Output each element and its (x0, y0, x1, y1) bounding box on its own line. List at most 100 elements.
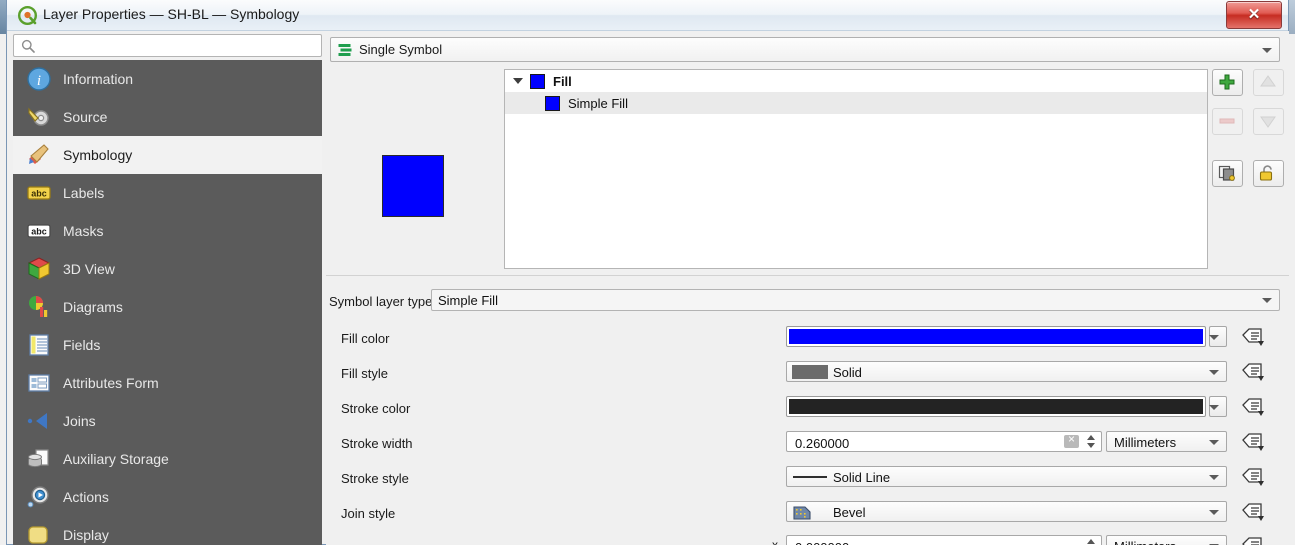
chevron-down-icon (1209, 439, 1219, 445)
title-bar: Layer Properties — SH-BL — Symbology ✕ (7, 0, 1288, 31)
attributes-form-icon (26, 370, 52, 396)
close-button[interactable]: ✕ (1226, 1, 1282, 29)
unit-combobox[interactable]: Millimeters (1106, 535, 1227, 545)
unit-combobox[interactable]: Millimeters (1106, 431, 1227, 452)
symbol-preview-area (330, 69, 502, 269)
color-button[interactable] (786, 326, 1206, 347)
sidebar-item-labels[interactable]: abc Labels (13, 174, 322, 212)
numeric-spinbox[interactable] (786, 535, 1102, 545)
property-label: Stroke width (341, 436, 413, 451)
symbol-preview-swatch (382, 155, 444, 217)
sidebar-item-label: Labels (63, 185, 105, 201)
svg-text:abc: abc (31, 227, 47, 237)
solid-line-glyph (792, 470, 828, 484)
sidebar-item-source[interactable]: Source (13, 98, 322, 136)
unit-value: Millimeters (1114, 539, 1176, 545)
property-row-stroke-style: Stroke style Solid Line (326, 464, 1289, 494)
info-icon: i (26, 66, 52, 92)
symbol-tree-row[interactable]: Fill (505, 70, 1207, 92)
sidebar-item-display[interactable]: Display (13, 516, 322, 545)
data-defined-override-icon[interactable] (1241, 325, 1265, 347)
database-icon (26, 446, 52, 472)
property-combobox[interactable]: Solid (786, 361, 1227, 382)
display-icon (26, 522, 52, 545)
chevron-down-icon (1209, 474, 1219, 480)
sidebar-item-label: Attributes Form (63, 375, 159, 391)
color-dropdown-button[interactable] (1209, 326, 1227, 347)
sidebar-item-label: Fields (63, 337, 101, 353)
cube-3d-icon (26, 256, 52, 282)
sidebar-item-3d-view[interactable]: 3D View (13, 250, 322, 288)
sidebar-item-symbology[interactable]: Symbology (13, 136, 322, 174)
data-defined-override-icon[interactable] (1241, 534, 1265, 545)
symbol-layer-tree[interactable]: Fill Simple Fill (504, 69, 1208, 269)
symbol-layer-type-value: Simple Fill (438, 293, 498, 308)
color-dropdown-button[interactable] (1209, 396, 1227, 417)
chevron-down-icon (1209, 334, 1219, 340)
data-defined-override-icon[interactable] (1241, 465, 1265, 487)
minus-red-icon (1218, 113, 1236, 132)
property-row-join-style: Join style Bevel (326, 499, 1289, 529)
clear-value-button[interactable] (1064, 432, 1079, 448)
sidebar-item-label: Display (63, 527, 109, 543)
data-defined-override-icon[interactable] (1241, 500, 1265, 522)
data-defined-override-icon[interactable] (1241, 360, 1265, 382)
qgis-layer-properties-window: Layer Properties — SH-BL — Symbology ✕ i… (0, 0, 1295, 545)
numeric-spinbox[interactable] (786, 431, 1102, 452)
sidebar-item-label: Diagrams (63, 299, 123, 315)
unlocked-padlock-icon (1259, 165, 1277, 184)
spin-arrows[interactable] (1082, 432, 1100, 451)
color-button[interactable] (786, 396, 1206, 417)
sidebar-item-joins[interactable]: Joins (13, 402, 322, 440)
color-swatch (789, 399, 1203, 414)
arrow-down-icon (1259, 113, 1277, 132)
chevron-down-icon (1262, 47, 1272, 53)
property-value: Solid (833, 365, 862, 380)
property-row-fill-color: Fill color (326, 324, 1289, 354)
symbol-layer-type-combobox[interactable]: Simple Fill (431, 289, 1280, 311)
numeric-input[interactable] (793, 539, 1047, 545)
lock-symbol-layer-button[interactable] (1253, 160, 1284, 187)
spin-arrows[interactable] (1082, 536, 1100, 545)
offset-x-label: x (772, 538, 778, 545)
property-value: Bevel (833, 505, 866, 520)
renderer-type-combobox[interactable]: Single Symbol (330, 37, 1280, 62)
dialog-window: Layer Properties — SH-BL — Symbology ✕ i… (6, 0, 1289, 545)
duplicate-symbol-layer-button[interactable] (1212, 160, 1243, 187)
plus-green-icon (1218, 74, 1236, 93)
paintbrush-icon (26, 142, 52, 168)
symbol-tree-row[interactable]: Simple Fill (505, 92, 1207, 114)
property-combobox[interactable]: Solid Line (786, 466, 1227, 487)
sidebar-item-diagrams[interactable]: Diagrams (13, 288, 322, 326)
sidebar-item-label: Actions (63, 489, 109, 505)
sidebar-item-label: Symbology (63, 147, 133, 163)
duplicate-icon (1218, 165, 1236, 184)
symbol-tree-label: Simple Fill (568, 95, 628, 111)
symbol-tree-label: Fill (553, 73, 572, 89)
data-defined-override-icon[interactable] (1241, 430, 1265, 452)
sidebar-item-fields[interactable]: Fields (13, 326, 322, 364)
sidebar-item-auxiliary-storage[interactable]: Auxiliary Storage (13, 440, 322, 478)
unit-value: Millimeters (1114, 435, 1177, 450)
sidebar-item-label: Source (63, 109, 108, 125)
symbol-color-swatch (530, 73, 545, 89)
property-row-offset: OffsetxMillimeters (326, 533, 1289, 545)
data-defined-override-icon[interactable] (1241, 395, 1265, 417)
sidebar-item-label: Joins (63, 413, 96, 429)
sidebar-item-masks[interactable]: abc Masks (13, 212, 322, 250)
add-symbol-layer-button[interactable] (1212, 69, 1243, 96)
bevel-join-glyph (792, 505, 828, 520)
abc-yellow-icon: abc (26, 180, 52, 206)
symbol-layer-properties-form: Symbol layer type Simple Fill Fill color… (326, 279, 1289, 545)
sidebar-item-attributes-form[interactable]: Attributes Form (13, 364, 322, 402)
expand-collapse-triangle-icon[interactable] (513, 78, 523, 84)
close-icon: ✕ (1247, 6, 1261, 23)
single-symbol-icon (337, 42, 353, 58)
sidebar-item-information[interactable]: i Information (13, 60, 322, 98)
search-input[interactable] (40, 37, 320, 56)
property-combobox[interactable]: Bevel (786, 501, 1227, 522)
sidebar-item-actions[interactable]: Actions (13, 478, 322, 516)
symbology-panel: Single Symbol Fill Simple Fill Symbol lay… (326, 31, 1289, 545)
search-box[interactable] (13, 34, 322, 57)
numeric-input[interactable] (793, 435, 1047, 452)
